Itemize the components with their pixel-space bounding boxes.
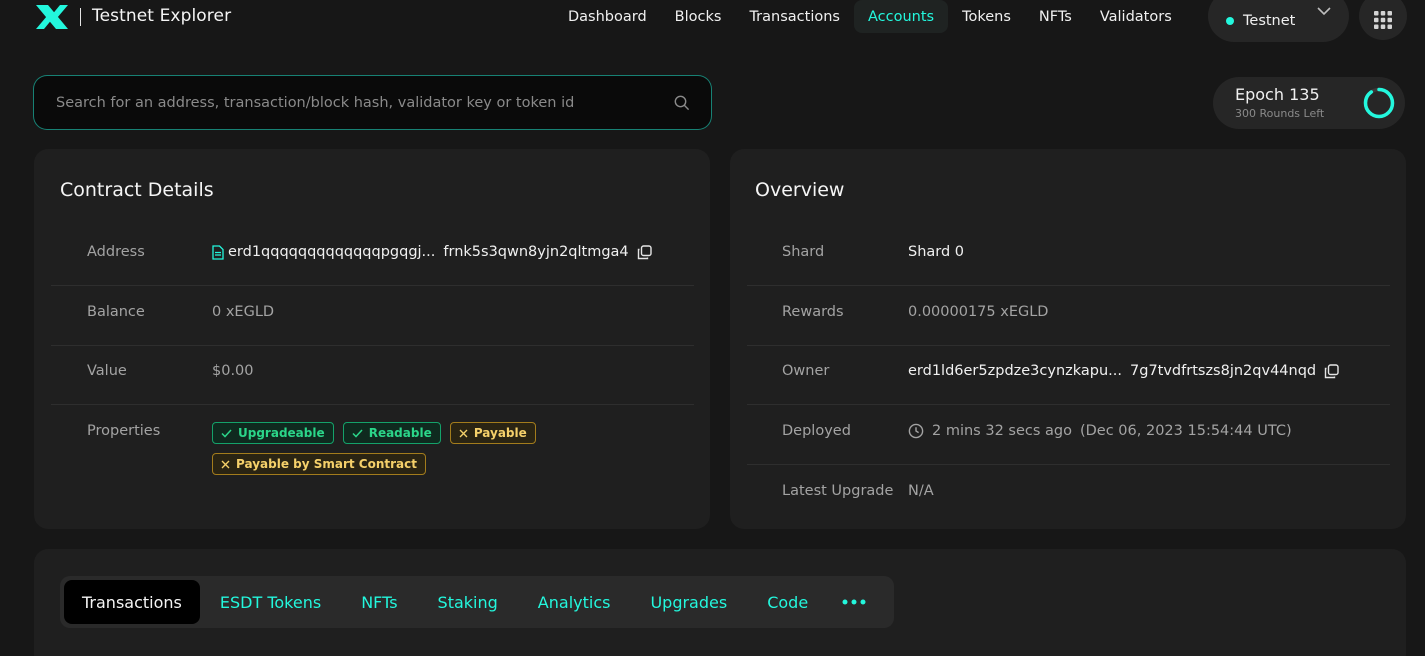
contract-details-card: Contract Details Address erd1qqqqqqqqqqq… [34, 149, 710, 529]
more-tabs-button[interactable] [828, 580, 880, 624]
latest-upgrade-value: N/A [908, 483, 934, 499]
value-row: Value $0.00 [51, 345, 694, 405]
tab-code[interactable]: Code [747, 580, 828, 624]
properties-badges: Upgradeable Readable Payable Payable by … [212, 422, 552, 484]
owner-value: erd1ld6er5zpdze3cynzkapu... 7g7tvdfrtszs… [908, 363, 1339, 379]
balance-label: Balance [87, 304, 145, 320]
copy-icon[interactable] [637, 244, 652, 260]
clock-icon [908, 423, 924, 439]
tab-transactions[interactable]: Transactions [64, 580, 200, 624]
deployed-value: 2 mins 32 secs ago (Dec 06, 2023 15:54:4… [908, 423, 1292, 439]
value-label: Value [87, 363, 127, 379]
contract-file-icon [212, 244, 224, 260]
tab-upgrades[interactable]: Upgrades [630, 580, 747, 624]
contract-details-title: Contract Details [60, 179, 214, 201]
copy-icon[interactable] [1324, 363, 1339, 379]
shard-value[interactable]: Shard 0 [908, 244, 964, 260]
network-label: Testnet [1243, 13, 1296, 29]
address-link-end[interactable]: frnk5s3qwn8yjn2qltmga4 [443, 244, 628, 260]
badge-payable-by-sc: Payable by Smart Contract [212, 453, 427, 475]
top-header: Testnet Explorer Dashboard Blocks Transa… [0, 0, 1425, 42]
badge-payable: Payable [449, 422, 536, 444]
chevron-down-icon [1317, 7, 1331, 16]
tab-analytics[interactable]: Analytics [518, 580, 631, 624]
search-input[interactable] [34, 76, 664, 129]
cross-icon [459, 429, 468, 438]
nav-blocks[interactable]: Blocks [661, 0, 736, 33]
shard-label: Shard [782, 244, 825, 260]
cross-icon [221, 460, 230, 469]
epoch-title: Epoch 135 [1235, 85, 1320, 104]
latest-upgrade-label: Latest Upgrade [782, 483, 894, 499]
properties-row: Properties Upgradeable Readable Payable … [51, 405, 694, 495]
badge-upgradeable: Upgradeable [212, 422, 334, 444]
deployed-ago: 2 mins 32 secs ago [932, 423, 1072, 439]
nav-accounts[interactable]: Accounts [853, 0, 949, 33]
owner-row: Owner erd1ld6er5zpdze3cynzkapu... 7g7tvd… [747, 345, 1390, 405]
check-icon [352, 428, 363, 438]
nav-tokens[interactable]: Tokens [948, 0, 1025, 33]
epoch-rounds-left: 300 Rounds Left [1235, 107, 1325, 120]
network-switcher[interactable]: Testnet [1208, 0, 1349, 42]
nav-nfts[interactable]: NFTs [1025, 0, 1086, 33]
rewards-label: Rewards [782, 304, 844, 320]
address-row: Address erd1qqqqqqqqqqqqqpgqgj... frnk5s… [51, 226, 694, 286]
check-icon [221, 428, 232, 438]
badge-readable: Readable [342, 422, 441, 444]
tab-staking[interactable]: Staking [418, 580, 518, 624]
multiversx-logo[interactable] [34, 3, 70, 31]
brand-title[interactable]: Testnet Explorer [92, 6, 231, 26]
deployed-label: Deployed [782, 423, 851, 439]
latest-upgrade-row: Latest Upgrade N/A [747, 465, 1390, 525]
usd-value: $0.00 [212, 363, 254, 379]
shard-row: Shard Shard 0 [747, 226, 1390, 286]
owner-link-end[interactable]: 7g7tvdfrtszs8jn2qv44nqd [1130, 363, 1316, 379]
rewards-value: 0.00000175 xEGLD [908, 304, 1049, 320]
balance-row: Balance 0 xEGLD [51, 286, 694, 346]
network-status-dot [1226, 17, 1234, 25]
owner-label: Owner [782, 363, 830, 379]
grid-icon [1374, 11, 1392, 29]
address-value: erd1qqqqqqqqqqqqqpgqgj... frnk5s3qwn8yjn… [212, 244, 652, 260]
deployed-row: Deployed 2 mins 32 secs ago (Dec 06, 202… [747, 405, 1390, 465]
logo-separator [80, 8, 81, 26]
tab-nfts[interactable]: NFTs [341, 580, 417, 624]
epoch-progress-ring [1363, 87, 1395, 119]
search-box [33, 75, 712, 130]
main-nav: Dashboard Blocks Transactions Accounts T… [554, 0, 1186, 33]
owner-link[interactable]: erd1ld6er5zpdze3cynzkapu... [908, 363, 1122, 379]
rewards-row: Rewards 0.00000175 xEGLD [747, 286, 1390, 346]
account-tabs: Transactions ESDT Tokens NFTs Staking An… [60, 576, 894, 628]
more-dots-icon [842, 599, 866, 605]
overview-title: Overview [755, 179, 845, 201]
properties-label: Properties [87, 423, 161, 439]
nav-transactions[interactable]: Transactions [735, 0, 854, 33]
apps-menu-button[interactable] [1359, 0, 1407, 40]
nav-dashboard[interactable]: Dashboard [554, 0, 661, 33]
tab-esdt-tokens[interactable]: ESDT Tokens [200, 580, 341, 624]
search-icon[interactable] [674, 95, 690, 111]
balance-value: 0 xEGLD [212, 304, 275, 320]
overview-card: Overview Shard Shard 0 Rewards 0.0000017… [730, 149, 1406, 529]
deployed-date: (Dec 06, 2023 15:54:44 UTC) [1079, 423, 1292, 439]
address-label: Address [87, 244, 145, 260]
nav-validators[interactable]: Validators [1086, 0, 1186, 33]
address-link[interactable]: erd1qqqqqqqqqqqqqpgqgj... [228, 244, 435, 260]
